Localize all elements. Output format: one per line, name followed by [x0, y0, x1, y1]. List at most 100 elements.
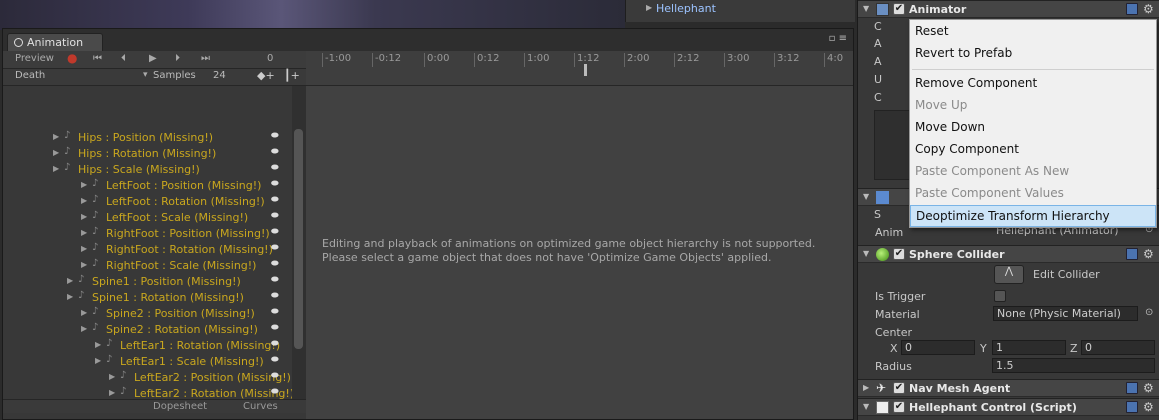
last-keyframe-button[interactable]: ⏭	[201, 53, 210, 64]
preview-toggle[interactable]: Preview	[15, 53, 54, 64]
radius-field[interactable]: 1.5	[992, 358, 1155, 373]
expand-triangle-icon[interactable]: ▶	[109, 372, 115, 381]
hierarchy-item-hellephant[interactable]: Hellephant	[656, 2, 716, 15]
expand-triangle-icon[interactable]: ▶	[53, 164, 59, 173]
expand-triangle-icon[interactable]: ▶	[81, 196, 87, 205]
property-row[interactable]: ▶ ♪ LeftFoot : Rotation (Missing!) ⬬	[3, 194, 292, 210]
keyframe-menu-icon[interactable]: ⬬	[271, 387, 279, 397]
menu-item-copy-component[interactable]: Copy Component	[910, 139, 1156, 161]
object-picker-icon[interactable]: ⊙	[1145, 307, 1153, 318]
expand-triangle-icon[interactable]: ▶	[95, 340, 101, 349]
keyframe-menu-icon[interactable]: ⬬	[271, 243, 279, 253]
menu-item-paste-component-as-new[interactable]: Paste Component As New	[910, 161, 1156, 183]
nav-mesh-agent-enabled-checkbox[interactable]: ✔	[893, 382, 905, 394]
expand-triangle-icon[interactable]: ▶	[67, 276, 73, 285]
first-keyframe-button[interactable]: ⏮	[93, 53, 102, 64]
gear-icon[interactable]: ⚙	[1143, 381, 1154, 395]
property-row[interactable]: ▶ ♪ LeftEar1 : Scale (Missing!) ⬬	[3, 354, 292, 370]
keyframe-menu-icon[interactable]: ⬬	[271, 339, 279, 349]
menu-item-paste-component-values[interactable]: Paste Component Values	[910, 183, 1156, 205]
expand-triangle-icon[interactable]: ▶	[81, 180, 87, 189]
expand-triangle-icon[interactable]: ▶	[81, 244, 87, 253]
add-keyframe-icon[interactable]: ◆+	[257, 69, 275, 82]
menu-item-reset[interactable]: Reset	[910, 21, 1156, 43]
help-book-icon[interactable]	[1126, 3, 1138, 15]
fold-triangle-icon[interactable]: ▶	[863, 383, 869, 392]
property-row[interactable]: ▶ ♪ RightFoot : Rotation (Missing!) ⬬	[3, 242, 292, 258]
expand-triangle-icon[interactable]: ▶	[53, 148, 59, 157]
property-row[interactable]: ▶ ♪ Spine1 : Position (Missing!) ⬬	[3, 274, 292, 290]
nav-mesh-agent-header[interactable]: ▶ ✈ ✔ Nav Mesh Agent ⚙	[858, 379, 1159, 397]
property-row[interactable]: ▶ ♪ Spine1 : Rotation (Missing!) ⬬	[3, 290, 292, 306]
hellephant-control-enabled-checkbox[interactable]: ✔	[893, 401, 905, 413]
edit-collider-button[interactable]: ⋀	[994, 265, 1024, 284]
center-z-field[interactable]: 0	[1081, 340, 1155, 355]
expand-triangle-icon[interactable]: ▶	[81, 228, 87, 237]
add-event-icon[interactable]: ┃+	[284, 69, 300, 82]
lock-icon[interactable]: ▫	[829, 33, 836, 44]
expand-triangle-icon[interactable]: ▶	[81, 324, 87, 333]
samples-field[interactable]: 24	[213, 70, 226, 81]
prev-keyframe-button[interactable]: ⏴	[121, 53, 126, 64]
fold-triangle-icon[interactable]: ▼	[863, 249, 869, 258]
window-menu-icon[interactable]: ≡	[839, 33, 847, 44]
keyframe-menu-icon[interactable]: ⬬	[271, 227, 279, 237]
menu-item-revert-to-prefab[interactable]: Revert to Prefab	[910, 43, 1156, 65]
help-book-icon[interactable]	[1126, 382, 1138, 394]
expand-triangle-icon[interactable]: ▶	[95, 356, 101, 365]
next-keyframe-button[interactable]: ⏵	[175, 53, 180, 64]
property-row[interactable]: ▶ ♪ RightFoot : Scale (Missing!) ⬬	[3, 258, 292, 274]
property-row[interactable]: ▶ ♪ LeftFoot : Scale (Missing!) ⬬	[3, 210, 292, 226]
keyframe-menu-icon[interactable]: ⬬	[271, 211, 279, 221]
property-row[interactable]: ▶ ♪ Spine2 : Rotation (Missing!) ⬬	[3, 322, 292, 338]
tab-animation[interactable]: Animation	[7, 33, 103, 51]
scrollbar-thumb[interactable]	[294, 129, 303, 349]
record-button[interactable]: ●	[67, 51, 77, 65]
expand-triangle-icon[interactable]: ▶	[81, 308, 87, 317]
animator-component-header[interactable]: ▼ ✔ Animator ⚙	[858, 0, 1159, 18]
tab-dopesheet[interactable]: Dopesheet	[153, 401, 207, 412]
sphere-collider-header[interactable]: ▼ ✔ Sphere Collider ⚙	[858, 245, 1159, 263]
fold-triangle-icon[interactable]: ▼	[863, 4, 869, 13]
keyframe-menu-icon[interactable]: ⬬	[271, 323, 279, 333]
expand-triangle-icon[interactable]: ▶	[67, 292, 73, 301]
expand-triangle-icon[interactable]: ▶	[53, 132, 59, 141]
keyframe-menu-icon[interactable]: ⬬	[271, 371, 279, 381]
property-row[interactable]: ▶ ♪ Hips : Scale (Missing!) ⬬	[3, 162, 292, 178]
fold-triangle-icon[interactable]: ▼	[863, 402, 869, 411]
gear-icon[interactable]: ⚙	[1143, 247, 1154, 261]
property-row[interactable]: ▶ ♪ LeftEar1 : Rotation (Missing!) ⬬	[3, 338, 292, 354]
menu-item-move-down[interactable]: Move Down	[910, 117, 1156, 139]
help-book-icon[interactable]	[1126, 401, 1138, 413]
property-row[interactable]: ▶ ♪ Hips : Position (Missing!) ⬬	[3, 130, 292, 146]
menu-item-remove-component[interactable]: Remove Component	[910, 73, 1156, 95]
menu-item-deoptimize-transform-hierarchy[interactable]: Deoptimize Transform Hierarchy	[910, 205, 1156, 227]
is-trigger-checkbox[interactable]	[994, 290, 1006, 302]
gear-icon[interactable]: ⚙	[1143, 2, 1154, 16]
property-row[interactable]: ▶ ♪ Spine2 : Position (Missing!) ⬬	[3, 306, 292, 322]
animator-enabled-checkbox[interactable]: ✔	[893, 3, 905, 15]
playhead-marker[interactable]	[584, 64, 587, 76]
help-book-icon[interactable]	[1126, 248, 1138, 260]
keyframe-menu-icon[interactable]: ⬬	[271, 179, 279, 189]
menu-item-move-up[interactable]: Move Up	[910, 95, 1156, 117]
keyframe-menu-icon[interactable]: ⬬	[271, 163, 279, 173]
clip-dropdown[interactable]: Death	[15, 70, 45, 81]
keyframe-menu-icon[interactable]: ⬬	[271, 275, 279, 285]
center-x-field[interactable]: 0	[901, 340, 975, 355]
keyframe-menu-icon[interactable]: ⬬	[271, 147, 279, 157]
hellephant-control-header[interactable]: ▼ ✔ Hellephant Control (Script) ⚙	[858, 398, 1159, 416]
property-row[interactable]: ▶ ♪ RightFoot : Position (Missing!) ⬬	[3, 226, 292, 242]
keyframe-menu-icon[interactable]: ⬬	[271, 195, 279, 205]
keyframe-menu-icon[interactable]: ⬬	[271, 131, 279, 141]
property-row[interactable]: ▶ ♪ LeftEar2 : Position (Missing!) ⬬	[3, 370, 292, 386]
material-field[interactable]: None (Physic Material)	[993, 306, 1138, 321]
expand-triangle-icon[interactable]: ▶	[81, 260, 87, 269]
keyframe-menu-icon[interactable]: ⬬	[271, 291, 279, 301]
frame-field[interactable]: 0	[267, 53, 273, 64]
expand-triangle-icon[interactable]: ▶	[81, 212, 87, 221]
keyframe-menu-icon[interactable]: ⬬	[271, 307, 279, 317]
fold-triangle-icon[interactable]: ▼	[863, 192, 869, 201]
expand-triangle-icon[interactable]: ▶	[646, 3, 652, 12]
center-y-field[interactable]: 1	[992, 340, 1066, 355]
